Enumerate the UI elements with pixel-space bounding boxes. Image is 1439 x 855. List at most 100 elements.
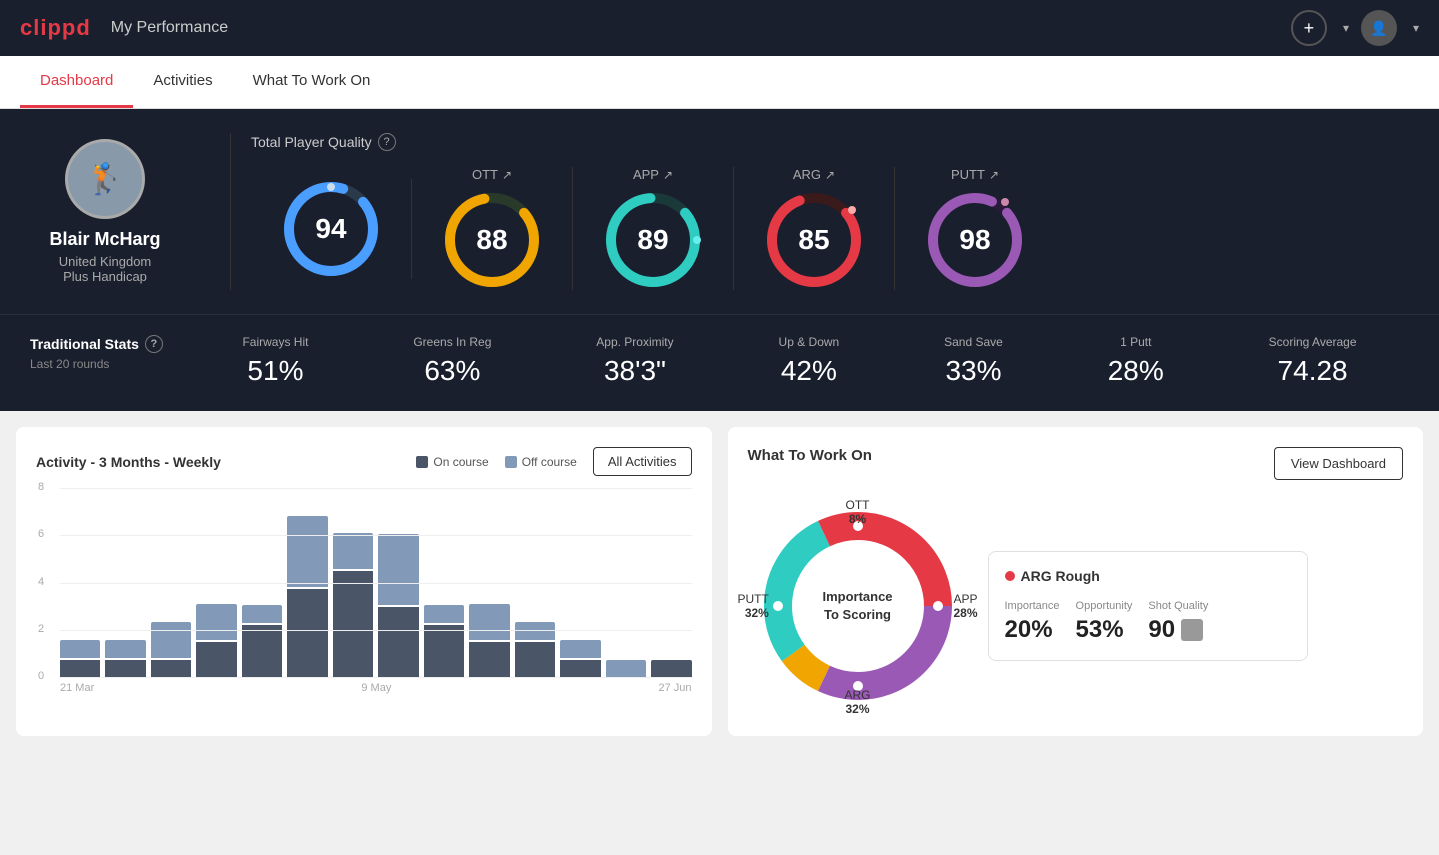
arg-trend: ↗ [825,168,835,182]
bar-offcourse [424,605,464,623]
bar-group [651,660,691,678]
bar-oncourse [333,571,373,678]
bar-group [60,640,100,678]
bar-oncourse [424,625,464,678]
bar-group [105,640,145,678]
activity-chart-panel: Activity - 3 Months - Weekly On course O… [16,427,712,736]
total-quality-label: Total Player Quality ? [251,133,1409,151]
bar-offcourse [378,534,418,605]
stats-items: Fairways Hit 51% Greens In Reg 63% App. … [190,335,1409,387]
ring-app-svg: 89 [603,190,703,290]
bar-offcourse [333,533,373,569]
bar-oncourse [151,660,191,678]
ring-putt-value: 98 [959,224,990,256]
wtwo-metric-opportunity: Opportunity 53% [1076,600,1133,644]
bar-oncourse [196,642,236,678]
chart-header: Activity - 3 Months - Weekly On course O… [36,447,692,476]
ring-ott: OTT ↗ 88 [412,167,573,290]
nav-left: clippd My Performance [20,15,228,41]
bar-oncourse [469,642,509,678]
bar-group [469,604,509,678]
bar-oncourse [242,625,282,678]
bar-oncourse [651,660,691,678]
bar-group [378,534,418,678]
bar-oncourse [515,642,555,678]
player-handicap: Plus Handicap [63,269,147,284]
wtwo-metrics: Importance 20% Opportunity 53% Shot Qual… [1005,600,1291,644]
ring-putt-label: PUTT ↗ [951,167,999,182]
view-dashboard-button[interactable]: View Dashboard [1274,447,1403,480]
help-icon-quality[interactable]: ? [378,133,396,151]
bar-offcourse [287,516,327,587]
ring-arg-svg: 85 [764,190,864,290]
user-avatar-button[interactable]: 👤 [1361,10,1397,46]
all-activities-button[interactable]: All Activities [593,447,692,476]
stats-bar: Traditional Stats ? Last 20 rounds Fairw… [0,314,1439,411]
bar-offcourse [242,605,282,623]
bar-group [424,605,464,678]
donut-center-text: ImportanceTo Scoring [822,588,892,624]
bar-group [151,622,191,678]
hero-section: 🏌️ Blair McHarg United Kingdom Plus Hand… [0,109,1439,314]
tab-what-to-work-on[interactable]: What To Work On [233,56,391,108]
chart-title: Activity - 3 Months - Weekly [36,454,221,470]
metrics-section: Total Player Quality ? 94 OTT ↗ [251,133,1409,290]
ring-total-svg: 94 [281,179,381,279]
help-icon-stats[interactable]: ? [145,335,163,353]
bar-group [242,605,282,678]
x-axis-labels: 21 Mar 9 May 27 Jun [36,678,692,694]
avatar-chevron[interactable]: ▾ [1413,21,1419,35]
ott-trend: ↗ [502,168,512,182]
wtwo-card: ARG Rough Importance 20% Opportunity 53%… [988,551,1308,661]
bar-offcourse [196,604,236,640]
tab-dashboard[interactable]: Dashboard [20,56,133,108]
wtwo-content: ImportanceTo Scoring OTT8% APP28% ARG32%… [748,496,1404,716]
stat-scoring: Scoring Average 74.28 [1269,335,1357,387]
bar-group [333,533,373,678]
stats-section-label: Traditional Stats ? Last 20 rounds [30,335,190,371]
chart-area: 8 6 4 2 0 21 Mar 9 May 27 Jun [36,488,692,708]
wtwo-header: What To Work On View Dashboard [748,447,1404,480]
bar-offcourse [151,622,191,658]
stat-fairways: Fairways Hit 51% [242,335,308,387]
player-avatar: 🏌️ [65,139,145,219]
ring-arg-label: ARG ↗ [793,167,835,182]
bar-group [560,640,600,678]
legend-offcourse: Off course [505,455,577,469]
nav-right: + ▾ 👤 ▾ [1291,10,1419,46]
wtwo-dot [1005,571,1015,581]
what-to-work-on-panel: What To Work On View Dashboard [728,427,1424,736]
donut-chart: ImportanceTo Scoring OTT8% APP28% ARG32%… [748,496,968,716]
bar-offcourse [515,622,555,640]
tab-activities[interactable]: Activities [133,56,232,108]
ring-ott-label: OTT ↗ [472,167,512,182]
wtwo-metric-shotquality: Shot Quality 90 [1148,600,1208,644]
ring-ott-value: 88 [476,224,507,256]
player-country: United Kingdom [59,254,152,269]
ring-app-value: 89 [637,224,668,256]
bar-offcourse [469,604,509,640]
shot-quality-badge [1181,619,1203,641]
ring-arg: ARG ↗ 85 [734,167,895,290]
wtwo-metric-importance: Importance 20% [1005,600,1060,644]
add-button[interactable]: + [1291,10,1327,46]
stat-greens: Greens In Reg 63% [413,335,491,387]
bar-oncourse [287,589,327,678]
chart-legend: On course Off course All Activities [416,447,691,476]
bar-oncourse [60,660,100,678]
ring-ott-svg: 88 [442,190,542,290]
app-label: APP28% [953,592,977,620]
bar-offcourse [60,640,100,658]
add-chevron[interactable]: ▾ [1343,21,1349,35]
ring-total-value: 94 [315,213,346,245]
app-trend: ↗ [663,168,673,182]
score-rings: 94 OTT ↗ 88 APP [251,167,1409,290]
bar-oncourse [378,607,418,678]
app-logo: clippd [20,15,91,41]
offcourse-dot [505,456,517,468]
ott-label: OTT8% [846,498,870,526]
plus-icon: + [1304,18,1315,39]
wtwo-card-title: ARG Rough [1005,568,1291,584]
stat-proximity: App. Proximity 38'3" [596,335,673,387]
bar-group [287,516,327,678]
